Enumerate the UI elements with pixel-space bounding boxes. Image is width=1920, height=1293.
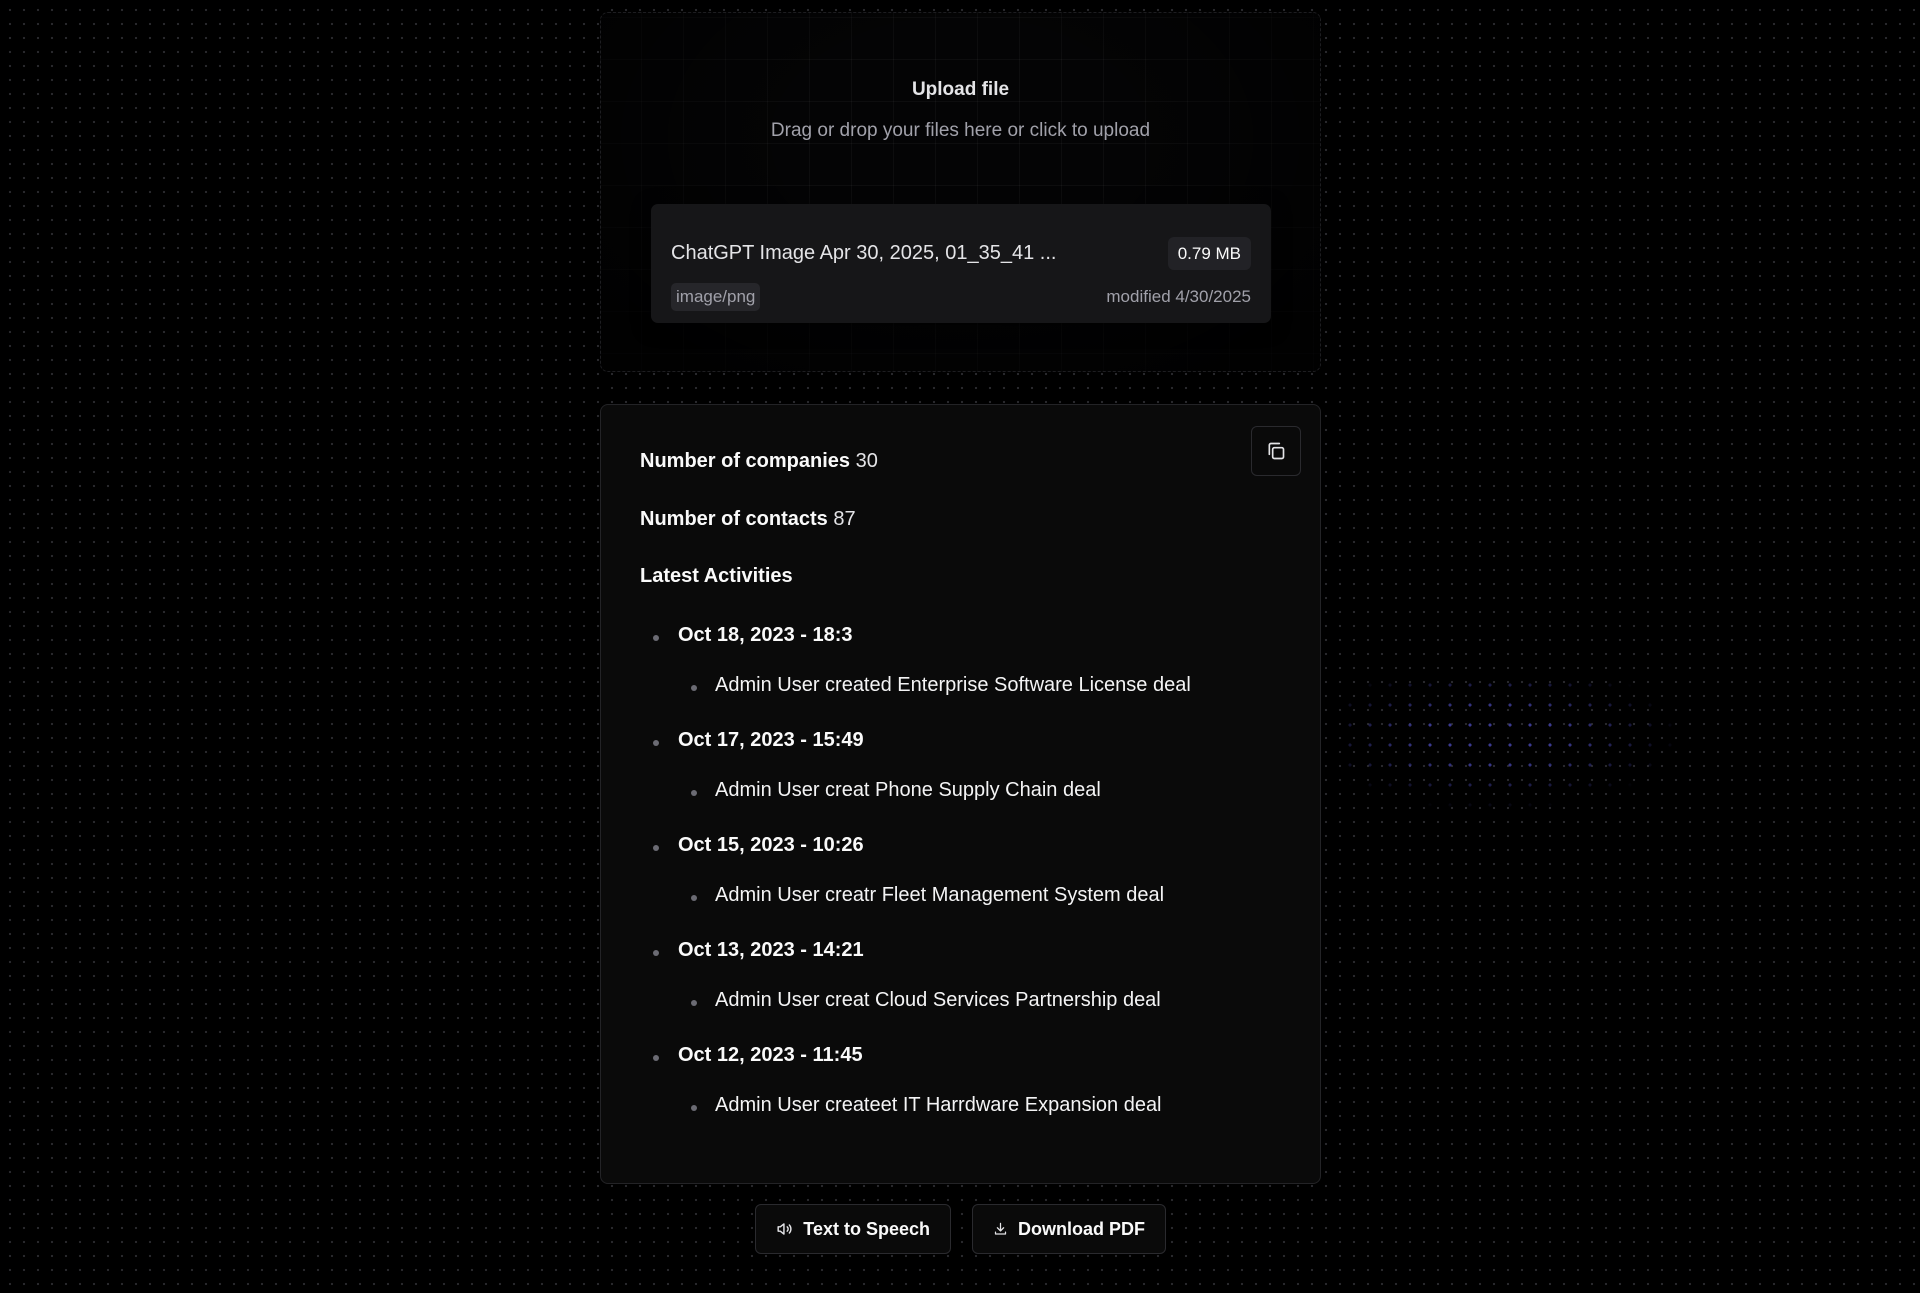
- text-to-speech-label: Text to Speech: [803, 1218, 930, 1239]
- result-card: Number of companies 30 Number of contact…: [600, 404, 1321, 1184]
- upload-dropzone[interactable]: Upload file Drag or drop your files here…: [600, 12, 1321, 372]
- stat-companies-label: Number of companies: [640, 450, 851, 472]
- activity-date: Oct 12, 2023 - 11:45: [653, 1044, 863, 1066]
- file-size-badge: 0.79 MB: [1167, 237, 1251, 270]
- copy-button[interactable]: [1251, 426, 1301, 476]
- copy-icon: [1268, 442, 1285, 460]
- file-type-badge: image/png: [671, 283, 761, 311]
- activity-description: Admin User creat Phone Supply Chain deal: [691, 779, 1101, 801]
- stat-contacts-label: Number of contacts: [640, 508, 828, 530]
- activity-date: Oct 13, 2023 - 14:21: [653, 939, 864, 961]
- stat-companies-value: 30: [855, 450, 878, 472]
- activity-date: Oct 15, 2023 - 10:26: [653, 834, 864, 856]
- activity-description: Admin User created Enterprise Software L…: [691, 674, 1191, 696]
- stat-companies: Number of companies 30: [640, 450, 878, 473]
- text-to-speech-button[interactable]: Text to Speech: [755, 1204, 951, 1254]
- download-pdf-button[interactable]: Download PDF: [972, 1204, 1166, 1254]
- activity-date: Oct 17, 2023 - 15:49: [653, 729, 864, 751]
- file-modified-date: modified 4/30/2025: [1106, 287, 1251, 306]
- activity-description: Admin User creatr Fleet Management Syste…: [690, 884, 1165, 906]
- activity-description: Admin User createet IT Harrdware Expansi…: [691, 1094, 1162, 1116]
- file-name: ChatGPT Image Apr 30, 2025, 01_35_41 ...: [671, 242, 1057, 264]
- stat-contacts: Number of contacts 87: [640, 508, 856, 531]
- stat-contacts-value: 87: [833, 508, 856, 530]
- speaker-icon: [777, 1223, 792, 1235]
- activity-description: Admin User creat Cloud Services Partners…: [691, 989, 1161, 1011]
- uploaded-file-card: ChatGPT Image Apr 30, 2025, 01_35_41 ...…: [651, 204, 1271, 323]
- download-icon: [994, 1222, 1007, 1235]
- upload-title: Upload file: [911, 79, 1010, 100]
- activities-title: Latest Activities: [640, 565, 793, 587]
- upload-subtitle: Drag or drop your files here or click to…: [770, 120, 1151, 141]
- activity-date: Oct 18, 2023 - 18:3: [653, 624, 853, 646]
- decorative-dot-pattern: [1340, 675, 1680, 810]
- download-pdf-label: Download PDF: [1018, 1218, 1145, 1239]
